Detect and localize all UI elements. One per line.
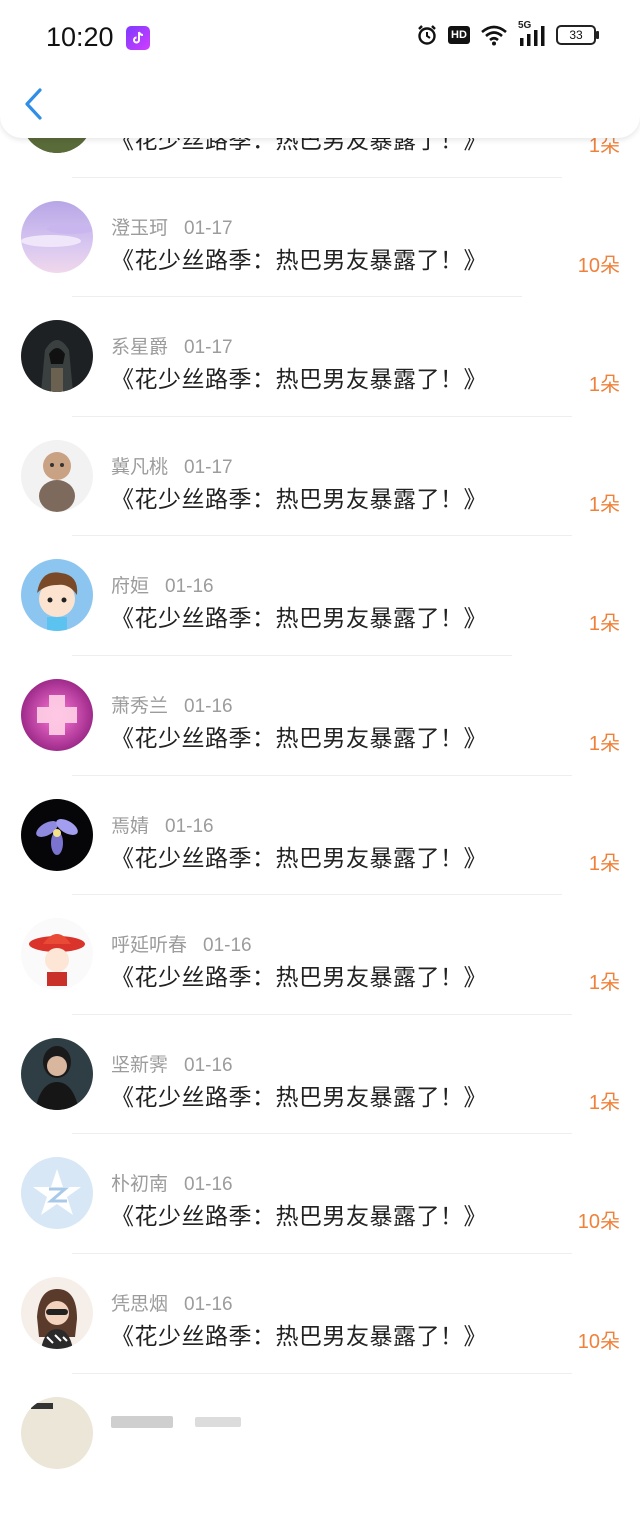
- list-item[interactable]: 澄玉珂 01-17 《花少丝路季：热巴男友暴露了！》 10朵: [0, 178, 640, 298]
- douyin-app-icon: [126, 26, 150, 50]
- post-date: 01-16: [203, 935, 252, 957]
- flower-count: 1朵: [588, 852, 620, 875]
- post-date: 01-17: [184, 456, 233, 478]
- avatar: [21, 918, 93, 991]
- flower-count: 1朵: [588, 374, 620, 397]
- avatar: [21, 320, 93, 393]
- post-title: 《花少丝路季：热巴男友暴露了！》: [111, 725, 487, 752]
- avatar: [21, 1037, 93, 1110]
- flower-count: 1朵: [588, 972, 620, 995]
- user-name: 萧秀兰: [111, 694, 169, 717]
- status-time: 10:20: [46, 22, 114, 52]
- post-title: 《花少丝路季：热巴男友暴露了！》: [111, 1323, 487, 1350]
- post-title: 《花少丝路季：热巴男友暴露了！》: [111, 606, 487, 633]
- post-date: 01-16: [184, 1054, 233, 1076]
- post-title: 《花少丝路季：热巴男友暴露了！》: [111, 1084, 487, 1111]
- user-name: 系星爵: [111, 336, 169, 359]
- alarm-icon: [416, 24, 438, 46]
- flower-count: 1朵: [588, 1091, 620, 1114]
- post-date: 01-16: [165, 576, 214, 598]
- post-date: 01-16: [184, 1293, 233, 1315]
- avatar: [21, 1276, 93, 1349]
- flower-count: 1朵: [588, 732, 620, 755]
- list-item[interactable]: 府姮 01-16 《花少丝路季：热巴男友暴露了！》 1朵: [0, 536, 640, 656]
- user-name-partial: [111, 1416, 173, 1429]
- post-date: 01-16: [184, 1174, 233, 1196]
- flower-count: 10朵: [577, 1211, 620, 1234]
- list-item[interactable]: 呼延听春 01-16 《花少丝路季：热巴男友暴露了！》 1朵: [0, 895, 640, 1015]
- gift-list: 《花少丝路季：热巴男友暴露了！》 1朵 澄玉珂 01-17 《花少丝路季：热巴男友…: [0, 81, 640, 1533]
- post-title: 《花少丝路季：热巴男友暴露了！》: [111, 247, 487, 274]
- post-date: 01-16: [184, 695, 233, 717]
- list-item[interactable]: 焉婧 01-16 《花少丝路季：热巴男友暴露了！》 1朵: [0, 776, 640, 896]
- avatar: [21, 678, 93, 751]
- user-name: 府姮: [111, 575, 150, 598]
- hd-icon: HD: [448, 26, 470, 44]
- flower-count: 10朵: [577, 1330, 620, 1353]
- post-title: 《花少丝路季：热巴男友暴露了！》: [111, 486, 487, 513]
- user-name: 凭思烟: [111, 1292, 169, 1315]
- back-button[interactable]: [20, 86, 50, 122]
- avatar: [21, 1157, 93, 1230]
- post-title: 《花少丝路季：热巴男友暴露了！》: [111, 367, 487, 394]
- flower-count: 10朵: [577, 254, 620, 277]
- status-icons: HD 5G 33: [416, 20, 599, 46]
- list-item[interactable]: 冀凡桃 01-17 《花少丝路季：热巴男友暴露了！》 1朵: [0, 417, 640, 537]
- post-date-partial: [195, 1417, 242, 1428]
- post-title: 《花少丝路季：热巴男友暴露了！》: [111, 845, 487, 872]
- post-date: 01-17: [184, 217, 233, 239]
- post-title: 《花少丝路季：热巴男友暴露了！》: [111, 965, 487, 992]
- list-item[interactable]: [0, 1374, 640, 1494]
- wifi-icon: [480, 24, 508, 46]
- avatar: [21, 439, 93, 512]
- avatar: [21, 798, 93, 871]
- user-name: 朴初南: [111, 1173, 169, 1196]
- list-item[interactable]: 坚新霁 01-16 《花少丝路季：热巴男友暴露了！》 1朵: [0, 1015, 640, 1135]
- avatar: [21, 1396, 93, 1469]
- chevron-left-icon: [25, 88, 42, 120]
- post-title: 《花少丝路季：热巴男友暴露了！》: [111, 1204, 487, 1231]
- post-date: 01-17: [184, 337, 233, 359]
- user-name: 坚新霁: [111, 1053, 169, 1076]
- flower-count: 1朵: [588, 613, 620, 636]
- top-bar: 10:20 HD 5G 33: [0, 0, 640, 138]
- avatar: [21, 559, 93, 632]
- flower-count: 1朵: [588, 493, 620, 516]
- list-item[interactable]: 朴初南 01-16 《花少丝路季：热巴男友暴露了！》 10朵: [0, 1134, 640, 1254]
- user-name: 呼延听春: [111, 934, 188, 957]
- battery-level: 33: [569, 28, 583, 42]
- user-name: 冀凡桃: [111, 455, 169, 478]
- list-item[interactable]: 萧秀兰 01-16 《花少丝路季：热巴男友暴露了！》 1朵: [0, 656, 640, 776]
- avatar: [21, 200, 93, 273]
- user-name: 澄玉珂: [111, 216, 169, 239]
- list-item[interactable]: 系星爵 01-17 《花少丝路季：热巴男友暴露了！》 1朵: [0, 297, 640, 417]
- battery-icon: 33: [556, 25, 599, 45]
- user-name: 焉婧: [111, 814, 150, 837]
- network-type: 5G: [518, 20, 532, 31]
- post-date: 01-16: [165, 815, 214, 837]
- list-item[interactable]: 凭思烟 01-16 《花少丝路季：热巴男友暴露了！》 10朵: [0, 1254, 640, 1374]
- signal-5g-icon: 5G: [518, 20, 546, 46]
